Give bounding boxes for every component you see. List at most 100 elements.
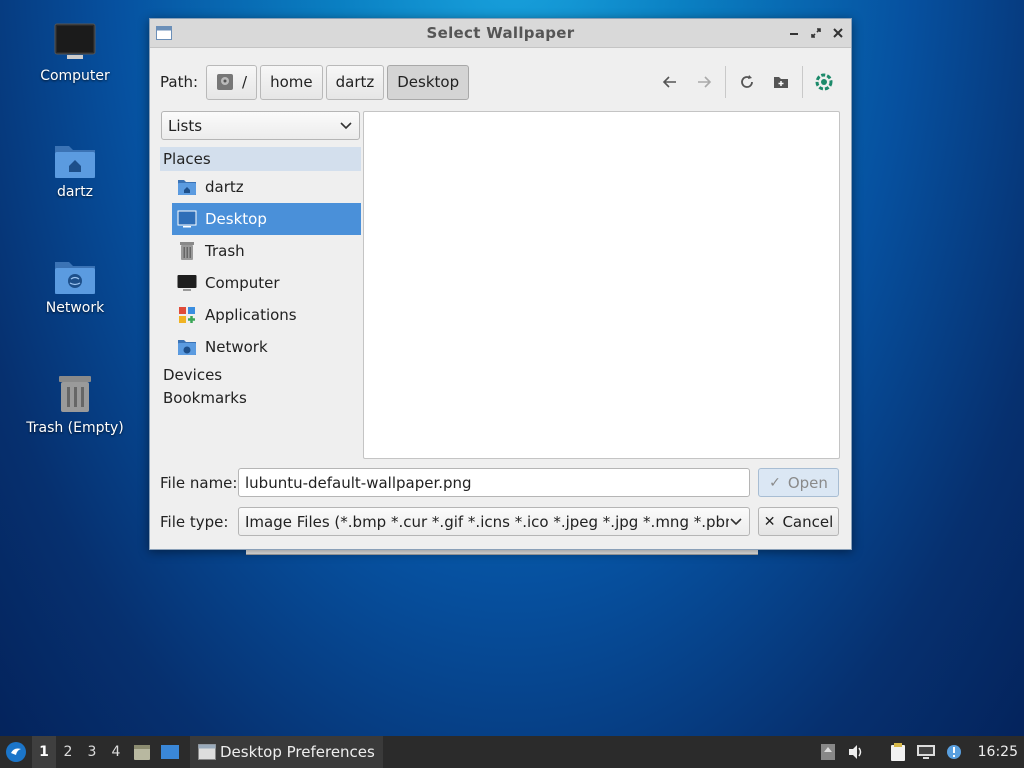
file-name-label: File name: [160,473,238,492]
devices-section[interactable]: Devices [160,363,361,386]
task-label: Desktop Preferences [220,743,375,761]
volume-icon[interactable] [842,736,870,768]
breadcrumb-root[interactable]: / [206,64,258,100]
notification-icon[interactable] [940,736,968,768]
network-folder-icon [55,262,95,294]
forward-arrow-icon[interactable] [687,65,721,99]
path-bar: Path: / home dartz Desktop [160,63,841,101]
places-header[interactable]: Places [160,147,361,171]
workspace-1[interactable]: 1 [32,736,56,768]
clipboard-icon[interactable] [884,736,912,768]
network-status-icon[interactable] [912,736,940,768]
place-item-label: Computer [205,274,280,292]
trash-icon [176,240,198,262]
task-desktop-preferences[interactable]: Desktop Preferences [190,736,383,768]
place-item-label: Trash [205,242,245,260]
breadcrumb-label: Desktop [397,73,460,91]
clock[interactable]: 16:25 [968,744,1024,760]
place-item-applications[interactable]: Applications [172,299,361,331]
lubuntu-logo-icon [6,742,26,762]
dialog-title: Select Wallpaper [426,24,575,42]
file-type-value: Image Files (*.bmp *.cur *.gif *.icns *.… [245,512,729,531]
desktop-icon-network[interactable]: Network [20,256,130,316]
place-item-label: dartz [205,178,244,196]
taskbar: 1 2 3 4 Desktop Preferences 16:25 [0,736,1024,768]
file-list[interactable] [363,111,840,459]
back-arrow-icon[interactable] [653,65,687,99]
cancel-button-label: Cancel [782,512,834,531]
bookmarks-section[interactable]: Bookmarks [160,386,361,409]
network-icon [176,336,198,358]
breadcrumb-desktop[interactable]: Desktop [387,64,470,100]
place-item-label: Network [205,338,268,356]
places-header-label: Places [163,150,211,168]
cancel-button[interactable]: ✕ Cancel [758,507,839,536]
trash-icon [59,376,91,412]
desktop-icon-home[interactable]: dartz [20,140,130,200]
place-item-label: Applications [205,306,297,324]
start-menu-button[interactable] [0,736,32,768]
update-icon[interactable] [814,736,842,768]
open-button[interactable]: ✓ Open [758,468,839,497]
view-mode-select[interactable]: Lists [161,111,360,140]
close-icon: ✕ [763,513,776,530]
chevron-down-icon [729,514,743,532]
computer-icon [176,272,198,294]
place-item-desktop[interactable]: Desktop [172,203,361,235]
window-icon [156,25,172,45]
desktop-icon-label: dartz [56,184,94,200]
place-item-network[interactable]: Network [172,331,361,363]
computer-icon [54,23,96,59]
system-tray: 16:25 [814,736,1024,768]
applications-icon [176,304,198,326]
open-button-label: Open [787,473,828,492]
close-icon[interactable] [831,25,845,41]
checkmark-icon: ✓ [769,474,781,491]
maximize-icon[interactable] [809,25,823,41]
file-name-row: File name: lubuntu-default-wallpaper.png [160,468,750,497]
show-desktop-icon[interactable] [156,736,184,768]
workspace-4[interactable]: 4 [104,736,128,768]
workspace-3[interactable]: 3 [80,736,104,768]
new-folder-icon[interactable] [764,65,798,99]
tray-separator [870,736,884,768]
home-folder-icon [55,146,95,178]
toolbar-separator [725,66,726,98]
workspace-2[interactable]: 2 [56,736,80,768]
background-window-edge [246,550,758,555]
title-bar[interactable]: Select Wallpaper [150,19,851,48]
file-name-input[interactable]: lubuntu-default-wallpaper.png [238,468,750,497]
chevron-down-icon [339,118,353,136]
place-item-label: Desktop [205,210,267,228]
breadcrumb-home[interactable]: home [260,64,323,100]
breadcrumb-label: dartz [335,73,375,91]
home-folder-icon [176,176,198,198]
file-type-select[interactable]: Image Files (*.bmp *.cur *.gif *.icns *.… [238,507,750,536]
settings-icon[interactable] [807,65,841,99]
file-name-value: lubuntu-default-wallpaper.png [245,473,472,492]
refresh-icon[interactable] [730,65,764,99]
minimize-icon[interactable] [787,25,801,41]
breadcrumb-label: home [270,73,313,91]
desktop-icon-computer[interactable]: Computer [20,22,130,84]
desktop-icon-label: Trash (Empty) [26,420,124,436]
file-type-label: File type: [160,512,229,531]
view-mode-value: Lists [168,116,203,135]
file-manager-icon[interactable] [128,736,156,768]
select-wallpaper-dialog: Select Wallpaper Path: / home dartz Desk… [149,18,852,550]
desktop-icon-label: Computer [40,68,110,84]
bookmarks-label: Bookmarks [163,388,247,407]
desktop-icon-trash[interactable]: Trash (Empty) [20,372,130,436]
place-item-computer[interactable]: Computer [172,267,361,299]
devices-label: Devices [163,365,223,384]
desktop-icon [176,208,198,230]
file-type-row: File type: Image Files (*.bmp *.cur *.gi… [160,507,750,536]
place-item-dartz[interactable]: dartz [172,171,361,203]
window-icon [198,744,216,760]
breadcrumb-dartz[interactable]: dartz [325,64,385,100]
drive-icon [217,74,234,90]
toolbar-separator [802,66,803,98]
path-label: Path: [160,73,199,91]
breadcrumb-label: / [242,73,248,91]
place-item-trash[interactable]: Trash [172,235,361,267]
